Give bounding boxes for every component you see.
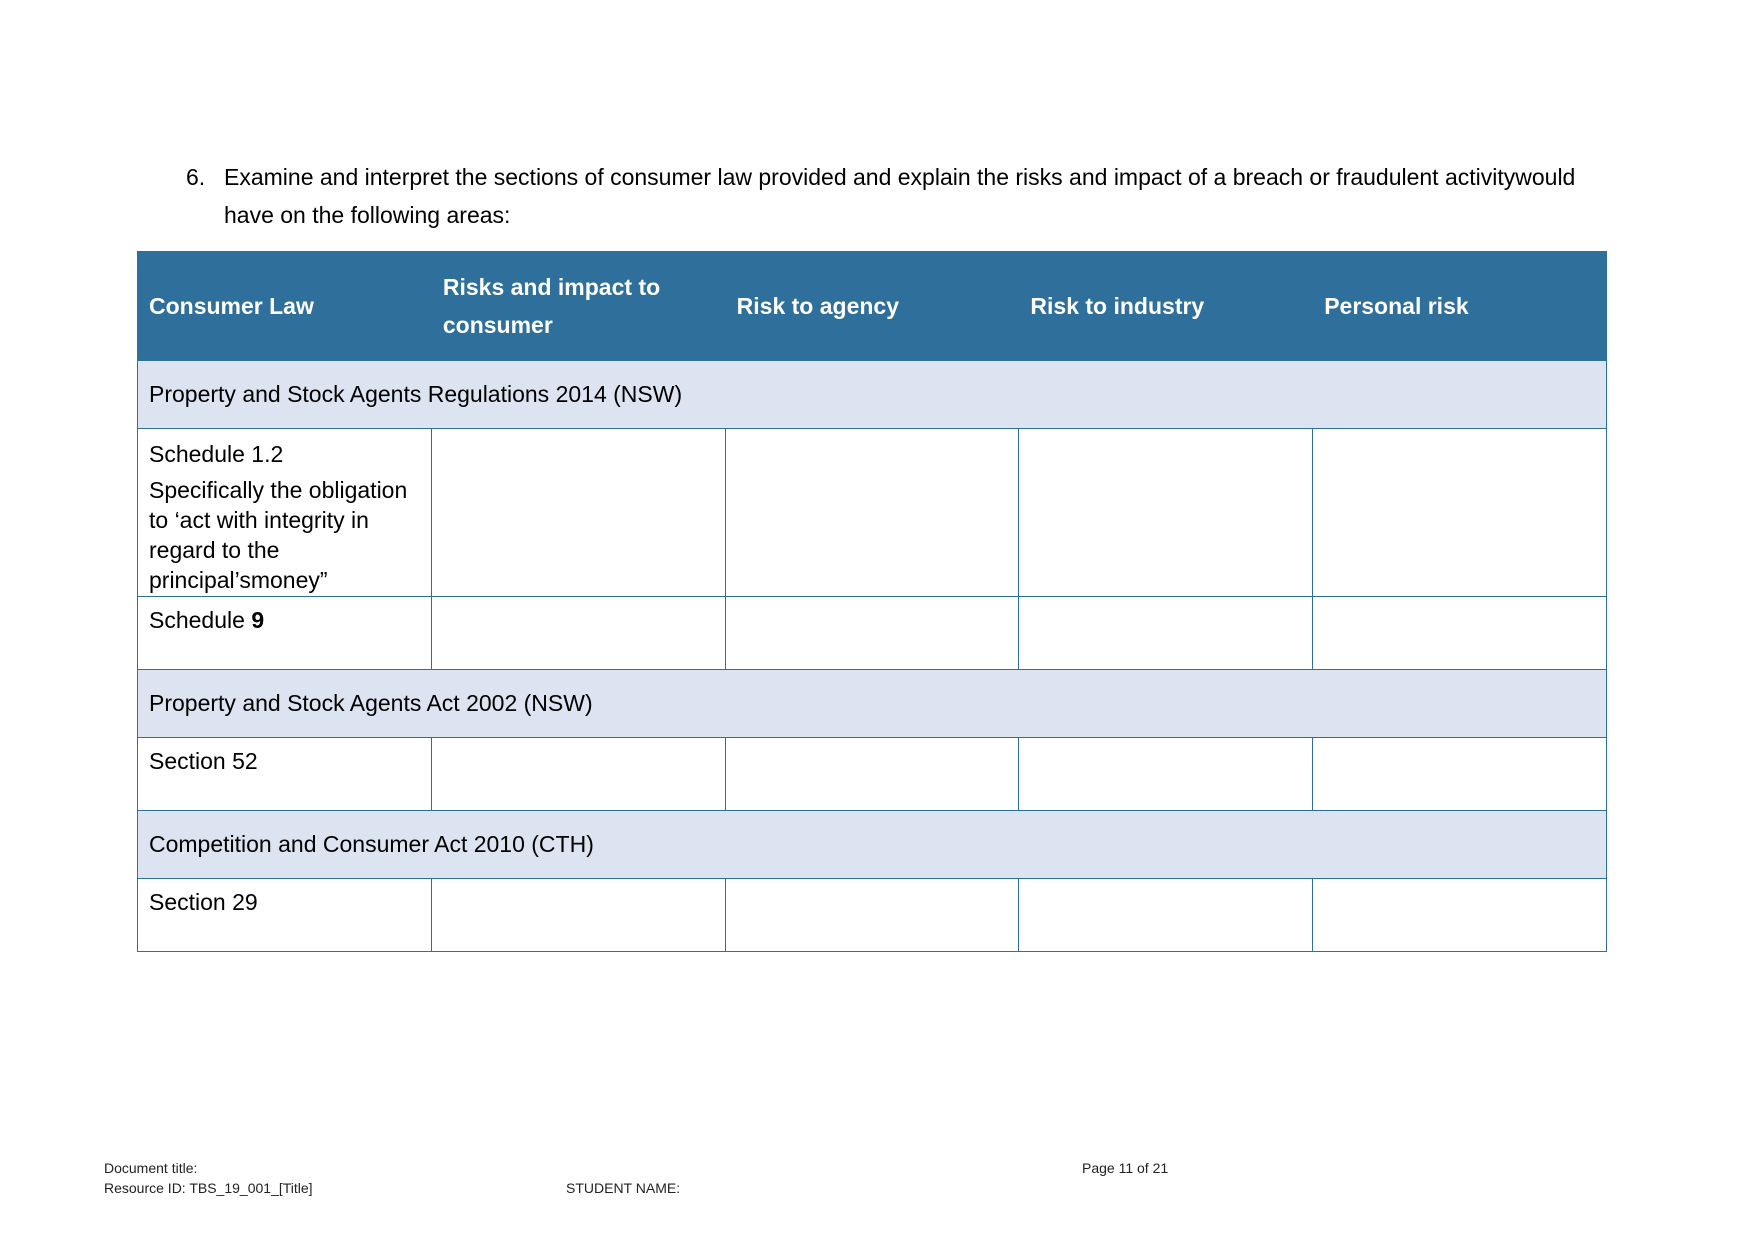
group-title: Competition and Consumer Act 2010 (CTH): [137, 810, 1607, 879]
table-row: Section 29: [137, 878, 1607, 952]
law-cell: Schedule 1.2 Specifically the obligation…: [137, 428, 432, 597]
header-personal-risk: Personal risk: [1312, 251, 1607, 361]
law-number: 9: [251, 607, 265, 633]
law-title: Schedule 1.2: [149, 441, 284, 467]
header-consumer-law: Consumer Law: [137, 251, 432, 361]
answer-cell-personal[interactable]: [1312, 596, 1607, 670]
answer-cell-industry[interactable]: [1018, 737, 1314, 811]
group-row: Competition and Consumer Act 2010 (CTH): [137, 810, 1607, 879]
consumer-law-table: Consumer Law Risks and impact to consume…: [137, 251, 1607, 952]
table-row: Schedule 9: [137, 596, 1607, 670]
law-cell: Section 29: [137, 878, 432, 952]
group-row: Property and Stock Agents Regulations 20…: [137, 360, 1607, 429]
footer-document-title: Document title:: [104, 1160, 198, 1176]
footer-page-number: Page 11 of 21: [1082, 1160, 1169, 1176]
answer-cell-consumer[interactable]: [430, 596, 726, 670]
question-number: 6.: [186, 164, 206, 190]
answer-cell-consumer[interactable]: [430, 878, 726, 952]
answer-cell-agency[interactable]: [724, 596, 1020, 670]
answer-cell-industry[interactable]: [1018, 428, 1314, 597]
footer-student-name: STUDENT NAME:: [566, 1180, 681, 1196]
table-header-row: Consumer Law Risks and impact to consume…: [137, 251, 1607, 361]
footer-resource-id: Resource ID: TBS_19_001_[Title]: [104, 1180, 313, 1196]
answer-cell-industry[interactable]: [1018, 878, 1314, 952]
group-row: Property and Stock Agents Act 2002 (NSW): [137, 669, 1607, 738]
header-risk-to-agency: Risk to agency: [724, 251, 1020, 361]
law-title: Schedule: [149, 607, 252, 633]
answer-cell-personal[interactable]: [1312, 737, 1607, 811]
group-title: Property and Stock Agents Act 2002 (NSW): [137, 669, 1607, 738]
question-6: 6. Examine and interpret the sections of…: [186, 158, 1606, 234]
law-cell: Section 52: [137, 737, 432, 811]
answer-cell-personal[interactable]: [1312, 878, 1607, 952]
header-risks-to-consumer: Risks and impact to consumer: [430, 251, 726, 361]
law-detail: Specifically the obligation to ‘act with…: [149, 477, 408, 593]
group-title: Property and Stock Agents Regulations 20…: [137, 360, 1607, 429]
table-row: Section 52: [137, 737, 1607, 811]
question-text: Examine and interpret the sections of co…: [224, 164, 1576, 228]
table-row: Schedule 1.2 Specifically the obligation…: [137, 428, 1607, 597]
law-cell: Schedule 9: [137, 596, 432, 670]
answer-cell-consumer[interactable]: [430, 428, 726, 597]
header-risk-to-industry: Risk to industry: [1018, 251, 1314, 361]
answer-cell-personal[interactable]: [1312, 428, 1607, 597]
answer-cell-agency[interactable]: [724, 878, 1020, 952]
answer-cell-agency[interactable]: [724, 428, 1020, 597]
answer-cell-industry[interactable]: [1018, 596, 1314, 670]
answer-cell-agency[interactable]: [724, 737, 1020, 811]
answer-cell-consumer[interactable]: [430, 737, 726, 811]
